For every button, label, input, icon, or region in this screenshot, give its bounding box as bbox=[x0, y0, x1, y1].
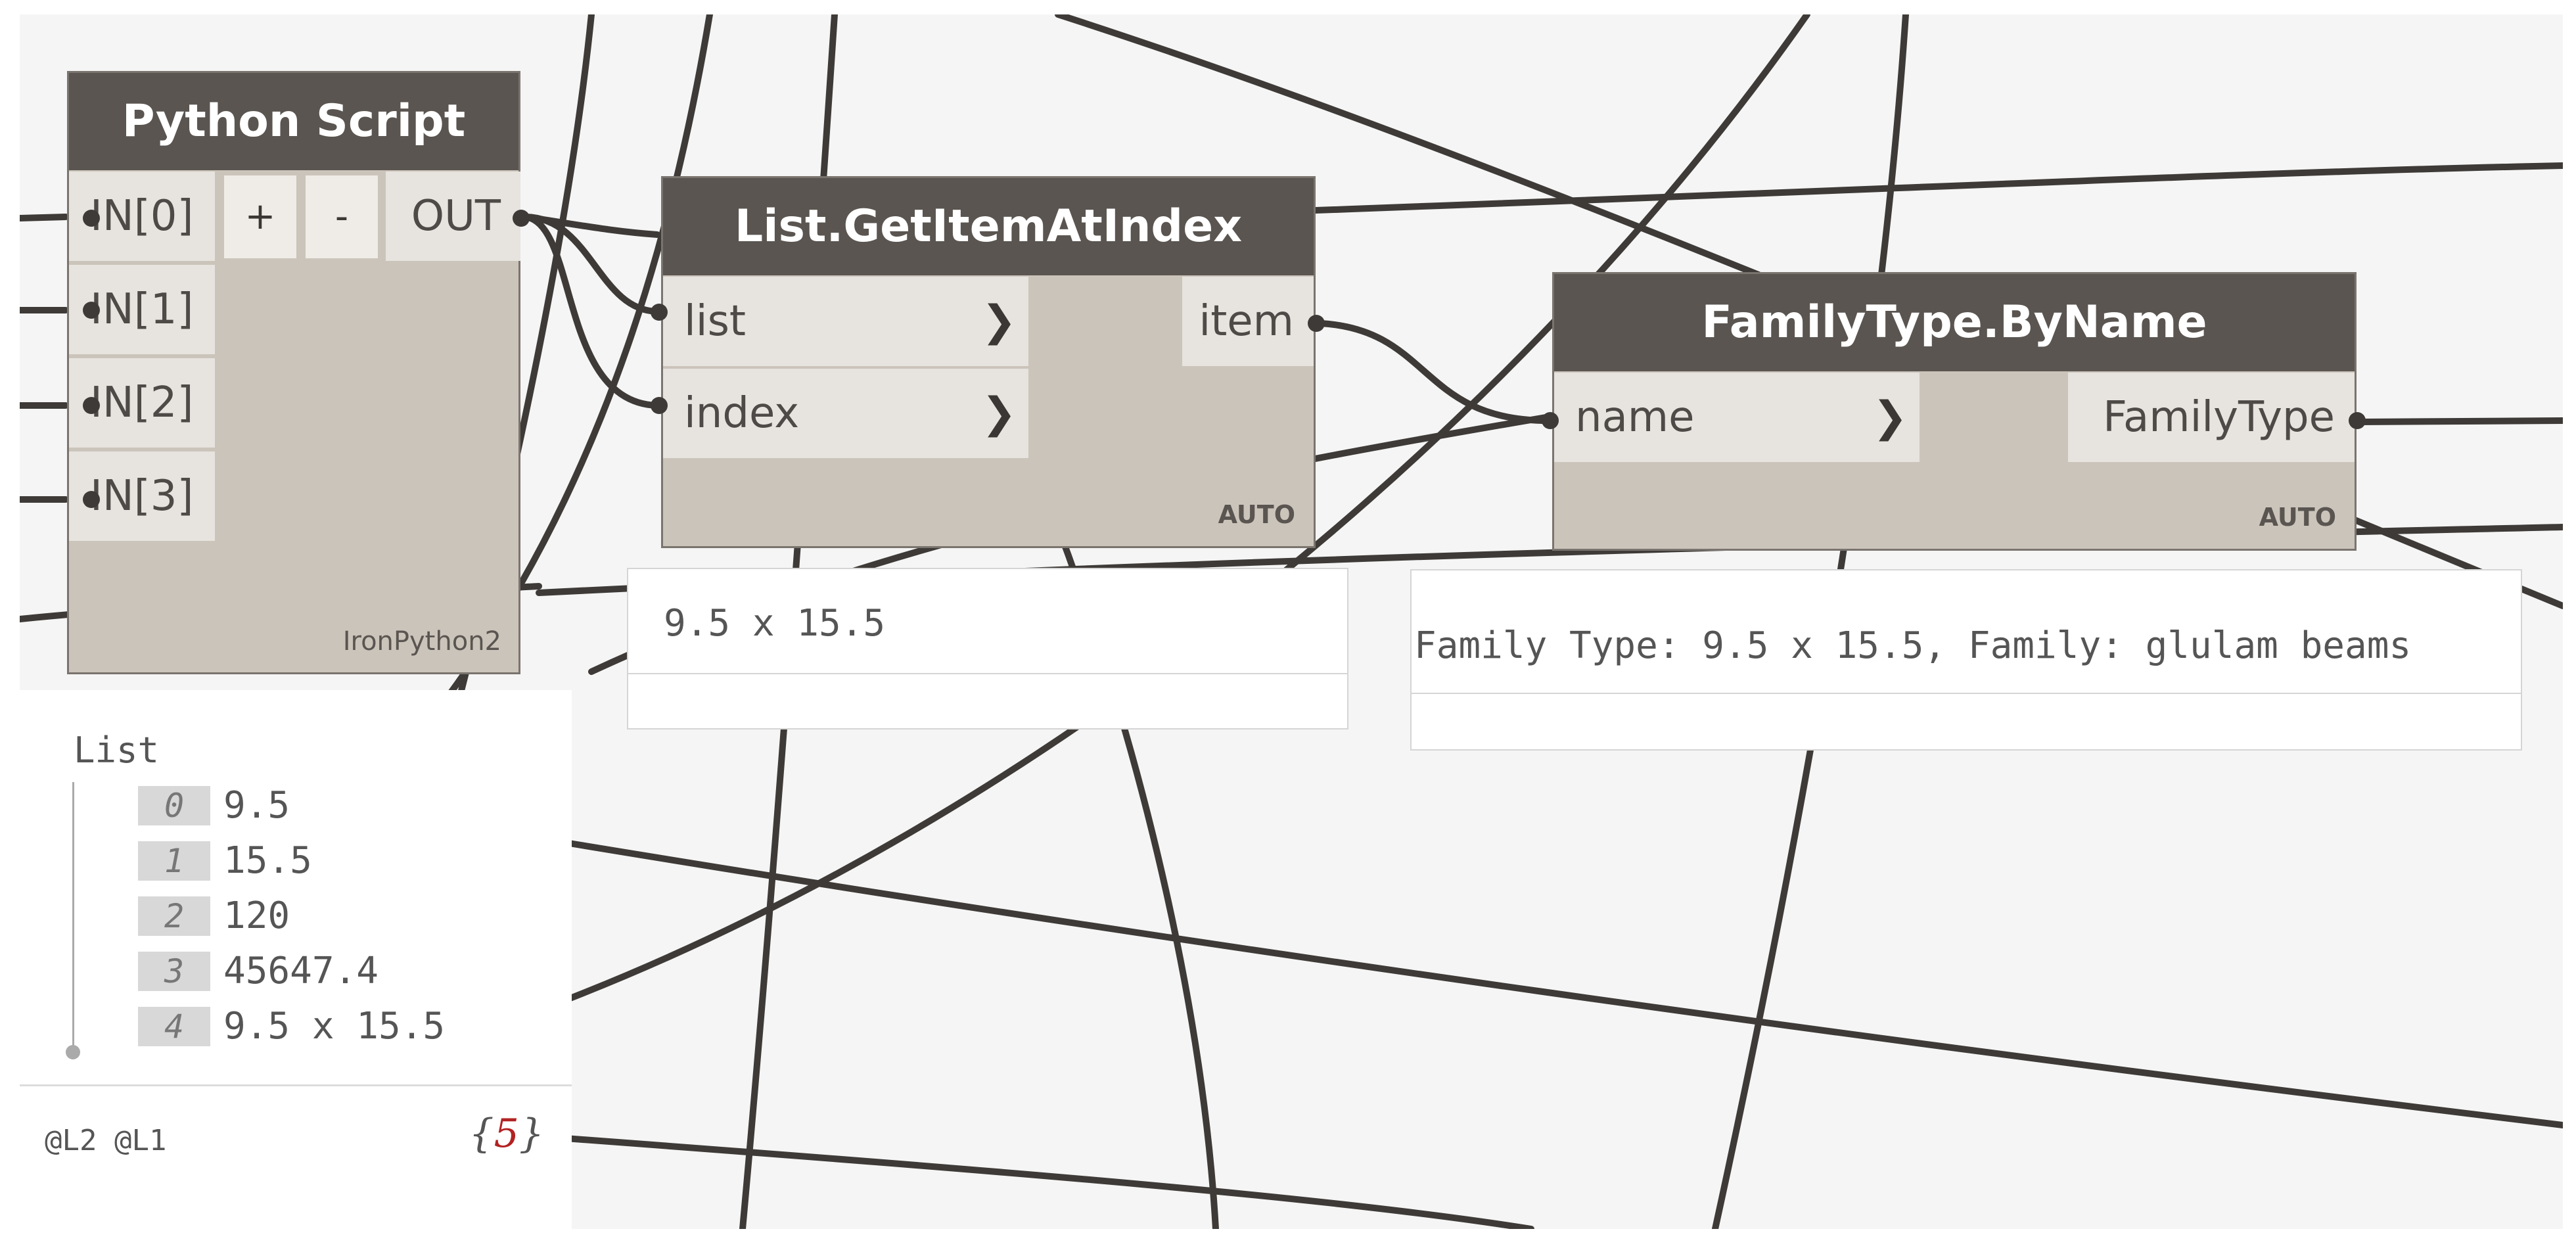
input-port-name[interactable]: name ❯ bbox=[1554, 373, 1920, 462]
port-label: index bbox=[684, 389, 800, 438]
python-script-node[interactable]: Python Script IN[0] IN[1] IN[2] IN[3] + … bbox=[67, 71, 520, 674]
port-dot bbox=[1308, 315, 1325, 332]
port-dot bbox=[83, 302, 100, 319]
engine-label[interactable]: IronPython2 bbox=[343, 626, 501, 657]
node-title: Python Script bbox=[69, 73, 518, 170]
chevron-right-icon: ❯ bbox=[981, 297, 1017, 346]
port-dot bbox=[513, 210, 530, 227]
divider bbox=[628, 673, 1347, 674]
list-item-value: 9.5 bbox=[223, 784, 290, 827]
count-value: 5 bbox=[494, 1111, 519, 1157]
list-item-index: 3 bbox=[138, 952, 210, 991]
port-label: name bbox=[1575, 393, 1695, 442]
output-port-item[interactable]: item bbox=[1182, 277, 1314, 366]
list-item-index: 2 bbox=[138, 896, 210, 936]
output-port-familytype[interactable]: FamilyType bbox=[2068, 373, 2355, 462]
port-dot bbox=[2349, 412, 2366, 429]
add-input-button[interactable]: + bbox=[224, 175, 296, 258]
list-tree-line bbox=[72, 782, 74, 1052]
port-label: list bbox=[684, 297, 746, 346]
wire bbox=[1318, 320, 1554, 425]
port-dot bbox=[83, 397, 100, 414]
divider bbox=[1412, 693, 2521, 694]
wire bbox=[20, 214, 69, 221]
count-brace-open: { bbox=[469, 1111, 494, 1157]
input-port-list[interactable]: list ❯ bbox=[663, 277, 1028, 366]
list-tree-end bbox=[66, 1045, 80, 1059]
list-item-index: 1 bbox=[138, 841, 210, 881]
port-dot bbox=[83, 491, 100, 508]
preview-value: Family Type: 9.5 x 15.5, Family: glulam … bbox=[1414, 624, 2412, 667]
chevron-right-icon: ❯ bbox=[1872, 393, 1908, 442]
lacing-label[interactable]: AUTO bbox=[2259, 503, 2336, 532]
output-port-out[interactable]: OUT bbox=[386, 172, 520, 261]
port-dot bbox=[651, 397, 668, 414]
node-title: List.GetItemAtIndex bbox=[663, 178, 1314, 275]
wire bbox=[562, 839, 2563, 1128]
input-port-index[interactable]: index ❯ bbox=[663, 369, 1028, 458]
list-item-value: 9.5 x 15.5 bbox=[223, 1005, 446, 1048]
lacing-label[interactable]: AUTO bbox=[1218, 500, 1295, 529]
graph-canvas[interactable]: Python Script IN[0] IN[1] IN[2] IN[3] + … bbox=[20, 14, 2563, 1229]
get-item-at-index-node[interactable]: List.GetItemAtIndex list ❯ index ❯ item … bbox=[661, 176, 1316, 548]
family-type-by-name-node[interactable]: FamilyType.ByName name ❯ FamilyType AUTO bbox=[1552, 272, 2357, 551]
wire bbox=[1278, 162, 2563, 215]
list-count: {5} bbox=[469, 1111, 544, 1157]
wire bbox=[562, 1135, 1534, 1229]
list-item-value: 120 bbox=[223, 894, 290, 937]
list-item-index: 4 bbox=[138, 1007, 210, 1046]
port-dot bbox=[83, 210, 100, 227]
wire bbox=[2356, 417, 2563, 425]
preview-value: 9.5 x 15.5 bbox=[664, 602, 886, 645]
port-dot bbox=[651, 304, 668, 321]
list-item-value: 45647.4 bbox=[223, 950, 379, 992]
list-levels-label[interactable]: @L2 @L1 bbox=[45, 1124, 166, 1157]
count-brace-close: } bbox=[518, 1111, 544, 1157]
remove-input-button[interactable]: - bbox=[306, 175, 378, 258]
list-title: List bbox=[74, 729, 160, 771]
chevron-right-icon: ❯ bbox=[981, 389, 1017, 438]
node-title: FamilyType.ByName bbox=[1554, 274, 2355, 371]
list-item-value: 15.5 bbox=[223, 839, 312, 882]
node-preview-bubble: 9.5 x 15.5 bbox=[627, 568, 1348, 729]
port-dot bbox=[1542, 412, 1559, 429]
divider bbox=[20, 1084, 572, 1086]
node-preview-bubble: Family Type: 9.5 x 15.5, Family: glulam … bbox=[1410, 569, 2522, 751]
list-item-index: 0 bbox=[138, 786, 210, 825]
list-preview-panel: List 0 9.5 1 15.5 2 120 3 45647.4 4 9.5 … bbox=[20, 690, 572, 1229]
